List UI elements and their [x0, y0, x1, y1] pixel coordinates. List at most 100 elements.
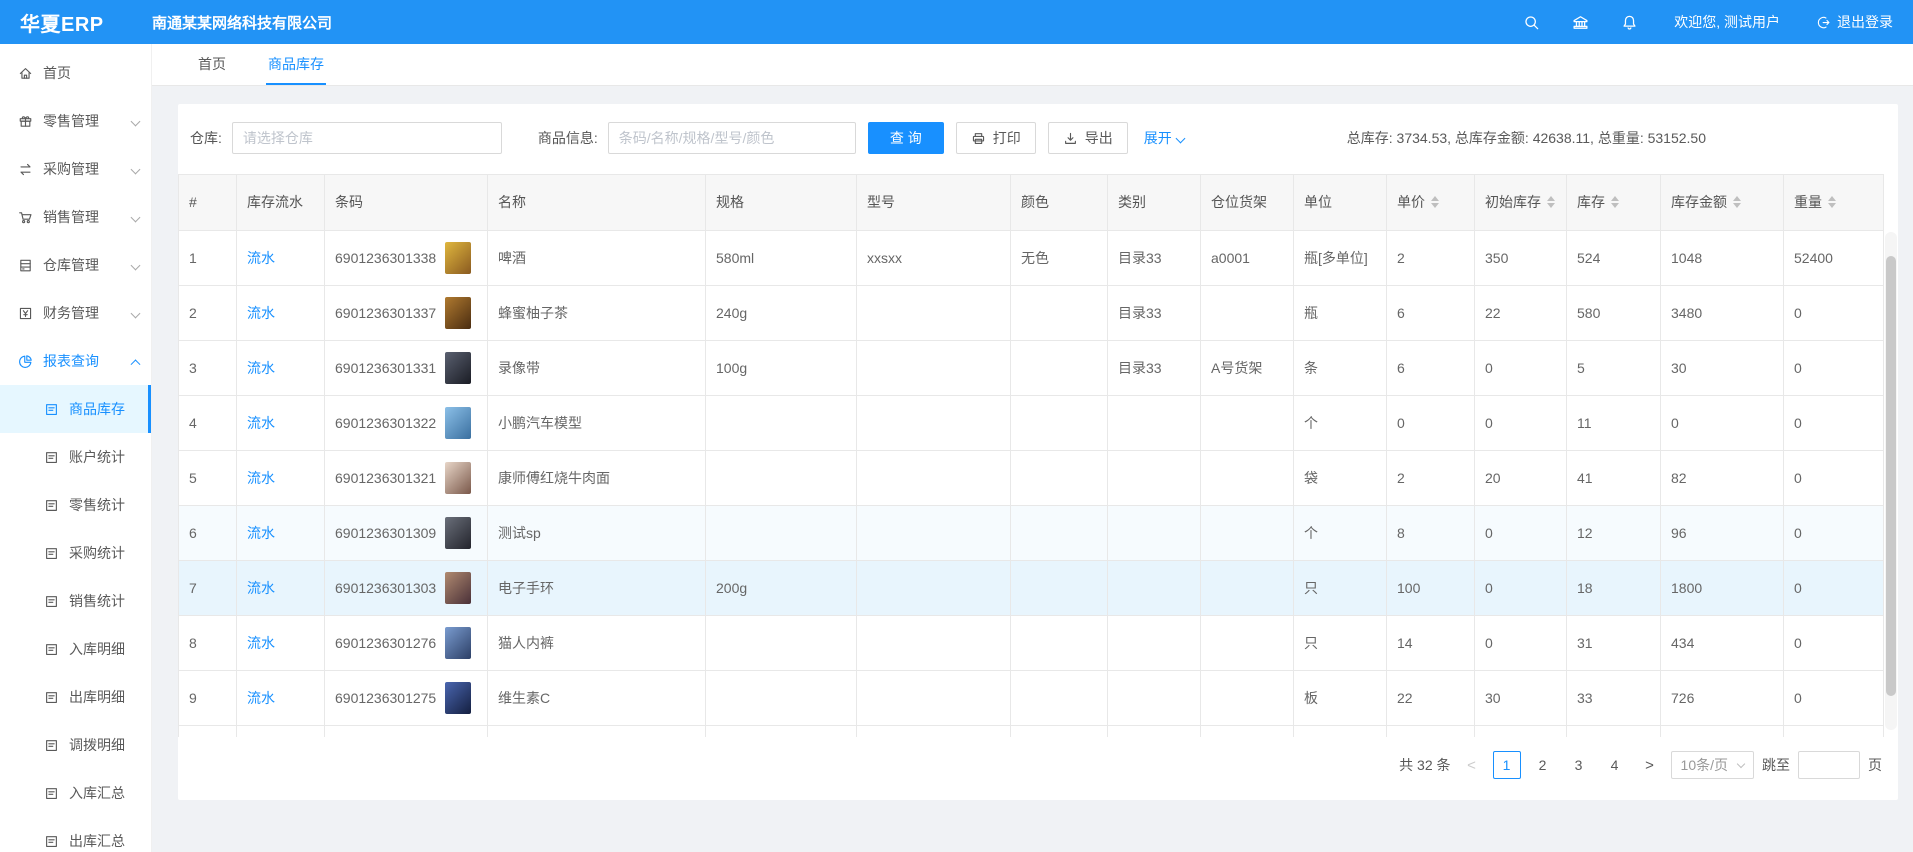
- sidebar-subitem-transfer-detail[interactable]: 调拨明细: [0, 721, 151, 769]
- flow-link[interactable]: 流水: [247, 305, 275, 321]
- export-button[interactable]: 导出: [1048, 122, 1128, 154]
- sidebar-item-purchase[interactable]: 采购管理: [0, 145, 151, 193]
- expand-link[interactable]: 展开: [1144, 128, 1184, 148]
- sidebar-item-reports[interactable]: 报表查询: [0, 337, 151, 385]
- page-button-1[interactable]: 1: [1493, 751, 1521, 779]
- flow-link[interactable]: 流水: [247, 580, 275, 596]
- sidebar-subitem-purchase-stats[interactable]: 采购统计: [0, 529, 151, 577]
- sidebar-item-finance[interactable]: 财务管理: [0, 289, 151, 337]
- sidebar-item-sales[interactable]: 销售管理: [0, 193, 151, 241]
- sidebar-subitem-sales-stats[interactable]: 销售统计: [0, 577, 151, 625]
- flow-link[interactable]: 流水: [247, 415, 275, 431]
- bell-icon[interactable]: [1621, 14, 1638, 31]
- barcode-value: 6901236301309: [335, 525, 436, 541]
- unit-value: 个: [1294, 506, 1387, 561]
- sidebar-subitem-inbound-detail[interactable]: 入库明细: [0, 625, 151, 673]
- chevron-up-icon: [131, 359, 141, 369]
- column-header-label: 重量: [1794, 193, 1822, 212]
- sort-control[interactable]: [1611, 196, 1619, 208]
- price-value: 8: [1387, 506, 1475, 561]
- prev-page-button[interactable]: <: [1459, 751, 1485, 779]
- product-thumbnail[interactable]: [445, 627, 471, 659]
- category-value: [1108, 451, 1201, 506]
- model-value: [857, 341, 1011, 396]
- product-thumbnail[interactable]: [445, 352, 471, 384]
- next-page-button[interactable]: >: [1637, 751, 1663, 779]
- sort-control[interactable]: [1547, 196, 1555, 208]
- product-thumbnail[interactable]: [445, 682, 471, 714]
- app-logo[interactable]: 华夏ERP: [0, 8, 140, 37]
- row-index: 4: [179, 396, 237, 451]
- tab-product-inventory[interactable]: 商品库存: [266, 44, 326, 85]
- weight-value: 0: [1784, 451, 1884, 506]
- sidebar-subitem-retail-stats[interactable]: 零售统计: [0, 481, 151, 529]
- flow-link[interactable]: 流水: [247, 525, 275, 541]
- unit-value: [1294, 726, 1387, 738]
- stock-amount-value: 30: [1661, 341, 1784, 396]
- sidebar-subitem-account-stats[interactable]: 账户统计: [0, 433, 151, 481]
- stock-amount-value: 1048: [1661, 231, 1784, 286]
- initial-stock-value: 30: [1475, 671, 1567, 726]
- flow-link[interactable]: 流水: [247, 250, 275, 266]
- logout-label: 退出登录: [1837, 12, 1893, 32]
- product-thumbnail[interactable]: [445, 517, 471, 549]
- jump-page-input[interactable]: [1798, 751, 1860, 779]
- sort-control[interactable]: [1828, 196, 1836, 208]
- product-name: 录像带: [488, 341, 706, 396]
- search-button[interactable]: 查 询: [868, 122, 944, 154]
- scrollbar-thumb[interactable]: [1886, 256, 1896, 696]
- row-index: 7: [179, 561, 237, 616]
- column-header-label: 条码: [335, 193, 363, 212]
- logout-button[interactable]: 退出登录: [1816, 12, 1893, 32]
- pie-chart-icon: [18, 354, 33, 369]
- bank-icon[interactable]: [1572, 14, 1589, 31]
- product-thumbnail[interactable]: [445, 242, 471, 274]
- sidebar-subitem-inbound-summary[interactable]: 入库汇总: [0, 769, 151, 817]
- product-thumbnail[interactable]: [445, 572, 471, 604]
- price-value: 2: [1387, 231, 1475, 286]
- column-header[interactable]: 库存: [1567, 175, 1661, 231]
- column-header[interactable]: 库存金额: [1661, 175, 1784, 231]
- stock-amount-value: 96: [1661, 506, 1784, 561]
- tab-home[interactable]: 首页: [196, 44, 228, 85]
- page-size-select[interactable]: 10条/页: [1671, 751, 1754, 779]
- spec-value: 240g: [706, 286, 857, 341]
- sort-control[interactable]: [1733, 196, 1741, 208]
- flow-link[interactable]: 流水: [247, 470, 275, 486]
- company-name: 南通某某网络科技有限公司: [152, 12, 332, 33]
- sidebar-subitem-outbound-detail[interactable]: 出库明细: [0, 673, 151, 721]
- column-header-label: 库存金额: [1671, 193, 1727, 212]
- search-icon[interactable]: [1523, 14, 1540, 31]
- product-name: 电子手环: [488, 561, 706, 616]
- product-thumbnail[interactable]: [445, 407, 471, 439]
- product-thumbnail[interactable]: [445, 297, 471, 329]
- sidebar-subitem-outbound-summary[interactable]: 出库汇总: [0, 817, 151, 852]
- page-button-3[interactable]: 3: [1565, 751, 1593, 779]
- sidebar-item-warehouse[interactable]: 仓库管理: [0, 241, 151, 289]
- page-button-4[interactable]: 4: [1601, 751, 1629, 779]
- report-doc-icon: [44, 498, 59, 513]
- warehouse-select[interactable]: [232, 122, 502, 154]
- initial-stock-value: 0: [1475, 341, 1567, 396]
- chevron-down-icon: [1175, 133, 1185, 143]
- sidebar-subitem-product-inventory[interactable]: 商品库存: [0, 385, 151, 433]
- sidebar-item-retail[interactable]: 零售管理: [0, 97, 151, 145]
- sidebar-item-home[interactable]: 首页: [0, 49, 151, 97]
- flow-link[interactable]: 流水: [247, 690, 275, 706]
- sidebar: 首页零售管理采购管理销售管理仓库管理财务管理报表查询商品库存账户统计零售统计采购…: [0, 44, 152, 852]
- sidebar-subitem-label: 调拨明细: [69, 735, 125, 755]
- chevron-down-icon: [131, 212, 141, 222]
- product-thumbnail[interactable]: [445, 462, 471, 494]
- print-button[interactable]: 打印: [956, 122, 1036, 154]
- price-value: 22: [1387, 671, 1475, 726]
- sort-control[interactable]: [1431, 196, 1439, 208]
- flow-link[interactable]: 流水: [247, 635, 275, 651]
- column-header[interactable]: 初始库存: [1475, 175, 1567, 231]
- product-info-input[interactable]: [608, 122, 856, 154]
- sidebar-subitem-label: 零售统计: [69, 495, 125, 515]
- flow-link[interactable]: 流水: [247, 360, 275, 376]
- column-header[interactable]: 重量: [1784, 175, 1884, 231]
- page-button-2[interactable]: 2: [1529, 751, 1557, 779]
- column-header[interactable]: 单价: [1387, 175, 1475, 231]
- product-info-label: 商品信息:: [538, 128, 598, 148]
